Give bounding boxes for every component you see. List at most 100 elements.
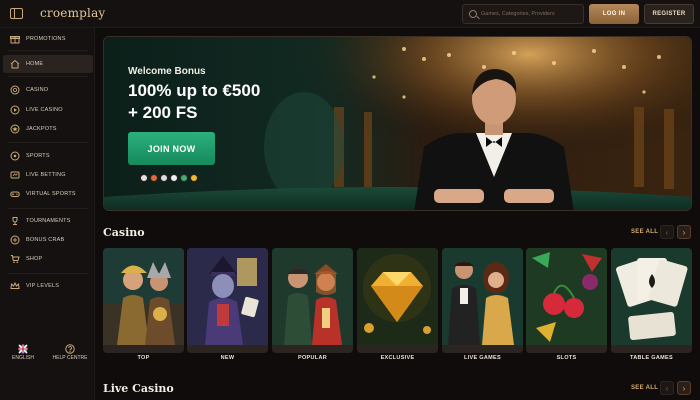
live-games-card-artwork [442, 248, 523, 345]
ball-icon [10, 151, 20, 161]
category-card-new[interactable] [187, 248, 268, 353]
divider [8, 208, 88, 209]
sidebar-item-sports[interactable]: SPORTS [3, 147, 93, 165]
top-bar: croemplay LOG IN REGISTER [0, 0, 700, 28]
card-label-table-games: TABLE GAMES [630, 355, 673, 361]
casino-prev-button[interactable]: ‹ [660, 225, 674, 239]
chevron-right-icon: › [682, 227, 686, 237]
sidebar-item-casino[interactable]: CASINO [3, 81, 93, 99]
payment-icon [170, 174, 178, 182]
welcome-bonus-banner[interactable]: Welcome Bonus 100% up to €500 + 200 FS J… [103, 36, 692, 211]
popular-card-artwork [272, 248, 353, 345]
sidebar-item-label: VIP LEVELS [26, 283, 60, 289]
sidebar-item-label: TOURNAMENTS [26, 218, 71, 224]
card-caption-bar [442, 345, 523, 353]
cart-icon [10, 254, 20, 264]
sidebar-item-label: HOME [26, 61, 44, 67]
banner-title-line2: + 200 FS [128, 103, 198, 122]
category-card-exclusive[interactable] [357, 248, 438, 353]
card-caption-bar [187, 345, 268, 353]
top-card-artwork [103, 248, 184, 345]
search-box[interactable] [462, 4, 584, 24]
live-casino-prev-button[interactable]: ‹ [660, 381, 674, 395]
payment-methods [140, 174, 198, 182]
divider [8, 273, 88, 274]
live-casino-see-all-link[interactable]: SEE ALL [631, 385, 658, 391]
sidebar-item-label: VIRTUAL SPORTS [26, 191, 76, 197]
live-casino-section-title: Live Casino [103, 382, 174, 395]
sidebar-item-vip-levels[interactable]: VIP LEVELS [3, 277, 93, 295]
sidebar-item-virtual-sports[interactable]: VIRTUAL SPORTS [3, 185, 93, 203]
casino-next-button[interactable]: › [677, 225, 691, 239]
help-centre-link[interactable]: HELP CENTRE [50, 341, 90, 361]
card-caption-bar [103, 345, 184, 353]
table-games-card-artwork [611, 248, 692, 345]
search-input[interactable] [481, 7, 581, 21]
chevron-left-icon: ‹ [665, 227, 669, 237]
register-button[interactable]: REGISTER [644, 4, 694, 24]
help-label: HELP CENTRE [52, 355, 88, 361]
payment-icon [180, 174, 188, 182]
sidebar: PROMOTIONS HOME CASINO LIVE CASINO JACKP… [0, 28, 95, 400]
banner-subtitle: Welcome Bonus [128, 66, 206, 77]
casino-see-all-link[interactable]: SEE ALL [631, 229, 658, 235]
sidebar-item-label: BONUS CRAB [26, 237, 65, 243]
divider [8, 50, 88, 51]
logo[interactable]: croemplay [40, 6, 105, 20]
divider [8, 142, 88, 143]
uk-flag-icon [18, 341, 28, 354]
live-icon [10, 105, 20, 115]
live-betting-icon [10, 170, 20, 180]
card-caption-bar [526, 345, 607, 353]
category-card-popular[interactable] [272, 248, 353, 353]
sidebar-item-bonus-crab[interactable]: BONUS CRAB [3, 231, 93, 249]
category-card-live-games[interactable] [442, 248, 523, 353]
chevron-left-icon: ‹ [665, 383, 669, 393]
new-card-artwork [187, 248, 268, 345]
casino-section-title: Casino [103, 226, 145, 239]
live-casino-next-button[interactable]: › [677, 381, 691, 395]
sidebar-item-tournaments[interactable]: TOURNAMENTS [3, 212, 93, 230]
sidebar-item-promotions[interactable]: PROMOTIONS [3, 30, 93, 48]
jackpot-icon [10, 124, 20, 134]
card-caption-bar [357, 345, 438, 353]
crown-icon [10, 281, 20, 291]
language-selector[interactable]: ENGLISH [3, 341, 43, 361]
join-now-button[interactable]: JOIN NOW [128, 132, 215, 165]
sidebar-item-label: LIVE CASINO [26, 107, 63, 113]
home-icon [10, 59, 20, 69]
sidebar-item-shop[interactable]: SHOP [3, 250, 93, 268]
card-caption-bar [611, 345, 692, 353]
card-label-exclusive: EXCLUSIVE [380, 355, 415, 361]
chip-icon [10, 85, 20, 95]
chevron-right-icon: › [682, 383, 686, 393]
exclusive-card-artwork [357, 248, 438, 345]
banner-artwork [104, 37, 691, 210]
category-card-table-games[interactable] [611, 248, 692, 353]
sidebar-item-live-betting[interactable]: LIVE BETTING [3, 166, 93, 184]
sidebar-item-home[interactable]: HOME [3, 55, 93, 73]
payment-icon [160, 174, 168, 182]
search-icon [469, 10, 477, 18]
sidebar-item-label: SPORTS [26, 153, 50, 159]
sidebar-toggle-icon[interactable] [10, 8, 23, 19]
visa-icon [140, 174, 148, 182]
language-label: ENGLISH [12, 355, 34, 361]
login-button[interactable]: LOG IN [589, 4, 639, 24]
category-card-top[interactable] [103, 248, 184, 353]
category-card-slots[interactable] [526, 248, 607, 353]
slots-card-artwork [526, 248, 607, 345]
bonus-icon [10, 235, 20, 245]
sidebar-item-label: PROMOTIONS [26, 36, 66, 42]
banner-title: 100% up to €500 [128, 81, 261, 100]
payment-icon [190, 174, 198, 182]
divider [8, 76, 88, 77]
card-caption-bar [272, 345, 353, 353]
sidebar-item-label: JACKPOTS [26, 126, 57, 132]
help-icon [65, 341, 75, 354]
sidebar-item-jackpots[interactable]: JACKPOTS [3, 120, 93, 138]
card-label-live-games: LIVE GAMES [464, 355, 501, 361]
card-label-popular: POPULAR [298, 355, 327, 361]
sidebar-item-live-casino[interactable]: LIVE CASINO [3, 101, 93, 119]
gift-icon [10, 34, 20, 44]
